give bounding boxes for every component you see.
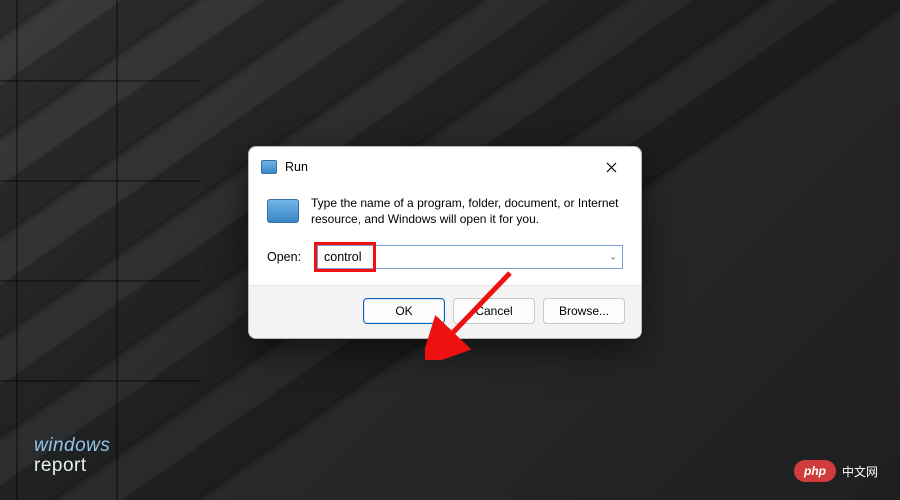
php-cn-text: 中文网 [842, 463, 878, 480]
php-pill: php [794, 460, 836, 482]
run-dialog: Run Type the name of a program, folder, … [248, 146, 642, 339]
dialog-description: Type the name of a program, folder, docu… [311, 195, 623, 227]
open-combobox[interactable]: ⌄ [317, 245, 623, 269]
php-cn-badge: php 中文网 [794, 460, 878, 482]
run-app-icon [267, 199, 299, 223]
dialog-title: Run [285, 160, 593, 174]
open-input[interactable] [317, 245, 623, 269]
run-system-icon [261, 160, 277, 174]
cancel-button[interactable]: Cancel [453, 298, 535, 324]
open-label: Open: [267, 250, 307, 264]
wr-line1: windows [34, 436, 110, 456]
close-button[interactable] [593, 155, 629, 179]
wr-line2: report [34, 456, 110, 476]
windows-report-logo: windows report [34, 436, 110, 476]
button-bar: OK Cancel Browse... [249, 285, 641, 338]
ok-button[interactable]: OK [363, 298, 445, 324]
titlebar[interactable]: Run [249, 147, 641, 185]
close-icon [606, 162, 617, 173]
dialog-body: Type the name of a program, folder, docu… [249, 185, 641, 285]
browse-button[interactable]: Browse... [543, 298, 625, 324]
